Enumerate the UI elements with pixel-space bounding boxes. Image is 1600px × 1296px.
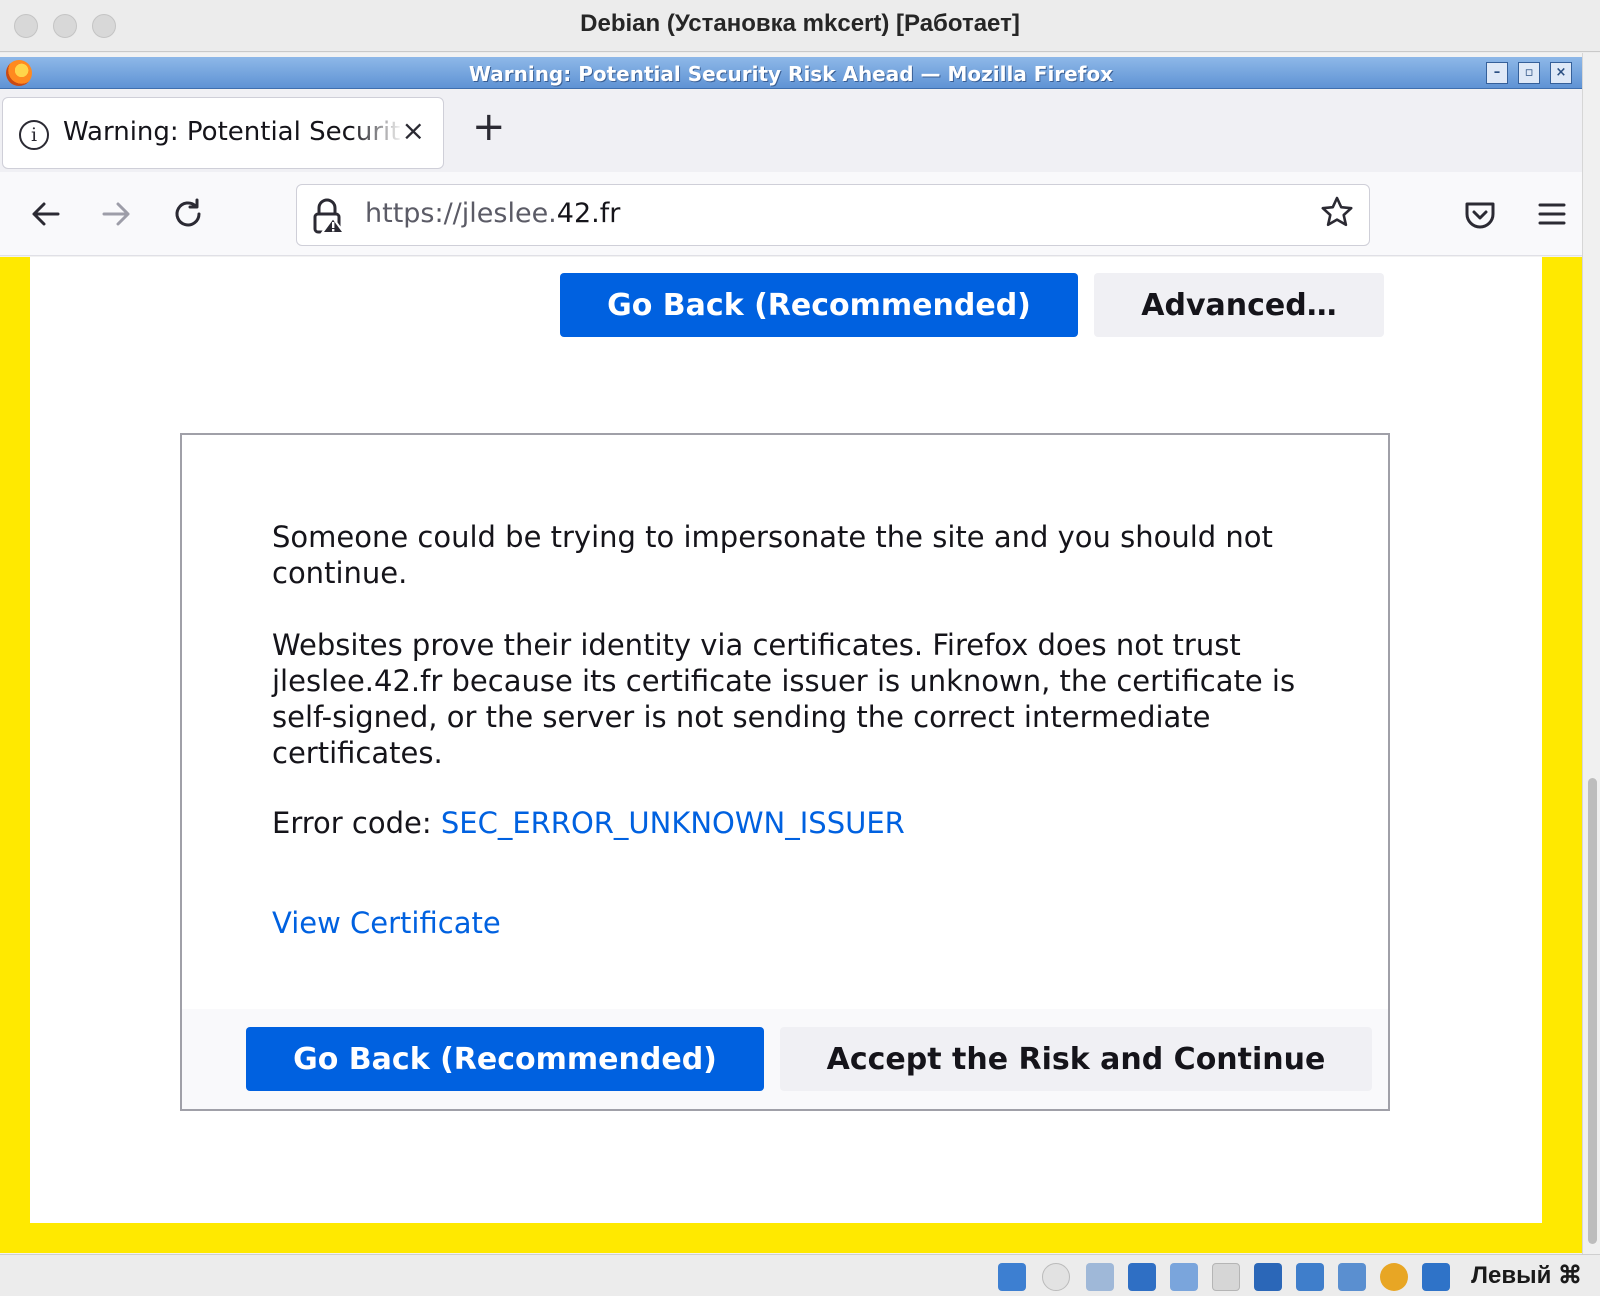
usb-icon[interactable] bbox=[1170, 1263, 1198, 1291]
insecure-lock-icon[interactable] bbox=[311, 198, 346, 234]
go-back-button[interactable]: Go Back (Recommended) bbox=[246, 1027, 764, 1091]
vm-status-bar: Левый ⌘ bbox=[0, 1254, 1600, 1296]
host-key-label: Левый ⌘ bbox=[1471, 1262, 1582, 1289]
info-icon: i bbox=[19, 120, 49, 150]
network-icon[interactable] bbox=[1128, 1263, 1156, 1291]
bookmark-star-icon[interactable] bbox=[1319, 194, 1355, 241]
error-code-label: Error code: bbox=[272, 806, 441, 840]
pocket-icon[interactable] bbox=[1456, 190, 1504, 238]
advanced-panel-footer: Go Back (Recommended) Accept the Risk an… bbox=[182, 1009, 1388, 1109]
vertical-scrollbar[interactable] bbox=[1582, 53, 1600, 1254]
video-capture-icon[interactable] bbox=[1296, 1263, 1324, 1291]
host-window-title: Debian (Установка mkcert) [Работает] bbox=[580, 10, 1020, 37]
accept-risk-button[interactable]: Accept the Risk and Continue bbox=[780, 1027, 1372, 1091]
cpu-icon[interactable] bbox=[1380, 1263, 1408, 1291]
guest-close-button[interactable]: × bbox=[1550, 62, 1572, 84]
back-arrow-icon[interactable] bbox=[22, 190, 70, 238]
hard-disk-icon[interactable] bbox=[998, 1263, 1026, 1291]
go-back-button-top[interactable]: Go Back (Recommended) bbox=[560, 273, 1078, 337]
error-code-link[interactable]: SEC_ERROR_UNKNOWN_ISSUER bbox=[441, 806, 905, 840]
guest-window-titlebar: Warning: Potential Security Risk Ahead —… bbox=[0, 57, 1582, 89]
url-host: 42.fr bbox=[556, 198, 621, 229]
advanced-button[interactable]: Advanced… bbox=[1094, 273, 1384, 337]
forward-arrow-icon[interactable] bbox=[92, 190, 140, 238]
guest-maximize-button[interactable]: ▫ bbox=[1518, 62, 1540, 84]
vm-display: Warning: Potential Security Risk Ahead —… bbox=[0, 53, 1600, 1254]
hamburger-menu-icon[interactable] bbox=[1528, 190, 1576, 238]
guest-minimize-button[interactable]: – bbox=[1486, 62, 1508, 84]
advanced-info-panel: Someone could be trying to impersonate t… bbox=[180, 433, 1390, 1111]
mouse-integration-icon[interactable] bbox=[1422, 1263, 1450, 1291]
warning-page: Go Back (Recommended) Advanced… Someone … bbox=[30, 257, 1542, 1223]
guest-window-title: Warning: Potential Security Risk Ahead —… bbox=[468, 62, 1114, 86]
close-icon[interactable]: × bbox=[402, 114, 425, 147]
shared-folders-icon[interactable] bbox=[1212, 1263, 1240, 1291]
reload-icon[interactable] bbox=[164, 190, 212, 238]
new-tab-button[interactable]: + bbox=[472, 107, 506, 147]
url-text[interactable]: https://jleslee.42.fr bbox=[365, 198, 620, 229]
warning-page-border: Go Back (Recommended) Advanced… Someone … bbox=[0, 257, 1582, 1253]
certificate-explanation-text: Websites prove their identity via certif… bbox=[272, 628, 1296, 770]
view-certificate-link[interactable]: View Certificate bbox=[272, 905, 501, 941]
display-icon[interactable] bbox=[1254, 1263, 1282, 1291]
tab-bar: i Warning: Potential Security Risk Ahead… bbox=[0, 90, 1582, 172]
host-titlebar: Debian (Установка mkcert) [Работает] bbox=[0, 0, 1600, 52]
address-bar[interactable]: https://jleslee.42.fr bbox=[296, 184, 1370, 246]
virtualization-icon[interactable] bbox=[1338, 1263, 1366, 1291]
optical-drive-icon[interactable] bbox=[1042, 1263, 1070, 1291]
navigation-toolbar: https://jleslee.42.fr bbox=[0, 172, 1582, 256]
url-scheme: https://jleslee. bbox=[365, 198, 557, 229]
audio-icon[interactable] bbox=[1086, 1263, 1114, 1291]
tab-title: Warning: Potential Security Risk Ahead bbox=[63, 117, 403, 147]
impersonation-warning-text: Someone could be trying to impersonate t… bbox=[272, 520, 1273, 590]
tab-security-warning[interactable]: i Warning: Potential Security Risk Ahead… bbox=[2, 97, 444, 169]
scrollbar-thumb[interactable] bbox=[1588, 778, 1597, 1244]
error-code-line: Error code: SEC_ERROR_UNKNOWN_ISSUER bbox=[272, 805, 1332, 841]
